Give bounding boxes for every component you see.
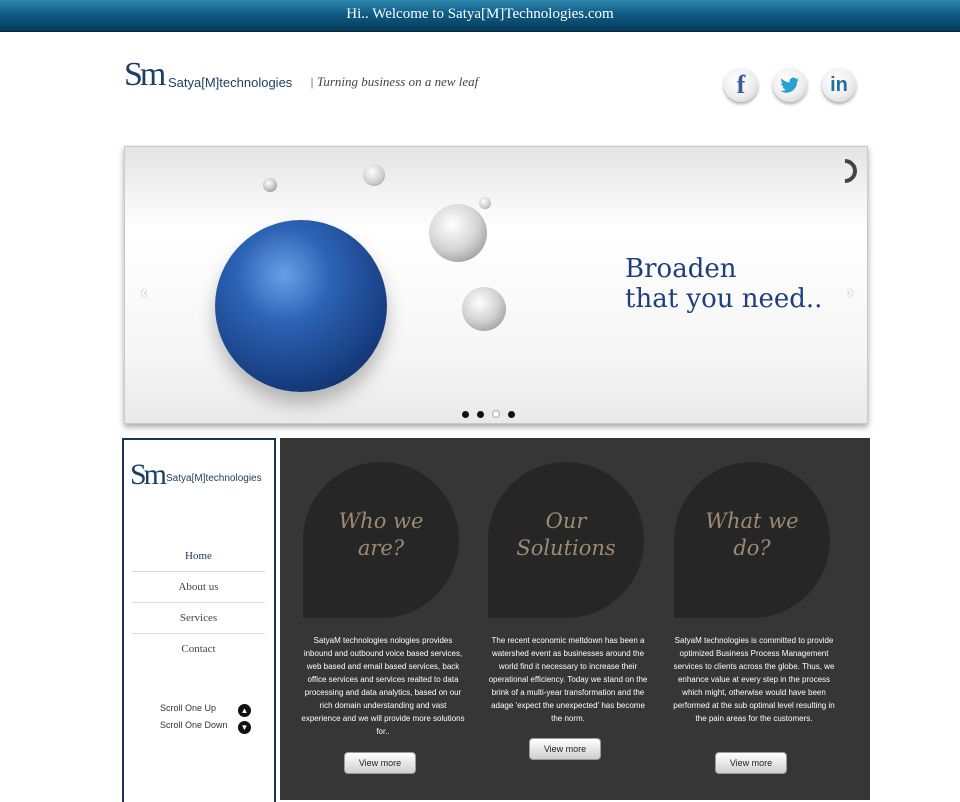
logo-mark: Sm — [124, 56, 166, 93]
features-panel: Who we are? SatyaM technologies nologies… — [280, 438, 870, 800]
nav-item-contact[interactable]: Contact — [132, 634, 265, 664]
slider-dot-1[interactable] — [462, 411, 469, 418]
slider-dot-2[interactable] — [477, 411, 484, 418]
site-logo[interactable]: Sm Satya[M]technologies — [124, 58, 294, 98]
scroll-down-control[interactable]: Scroll One Down ▼ — [160, 720, 251, 736]
feature-our-solutions: Our Solutions The recent economic meltdo… — [485, 462, 661, 792]
view-more-button[interactable]: View more — [715, 752, 787, 774]
silver-sphere — [429, 204, 487, 262]
feature-title: What we do? — [705, 509, 799, 560]
slide-headline: Broaden that you need.. — [625, 254, 823, 314]
linkedin-icon[interactable]: in — [822, 68, 856, 102]
nav-item-home[interactable]: Home — [132, 541, 265, 572]
scroll-down-label: Scroll One Down — [160, 720, 228, 730]
logo-mark: Sm — [130, 458, 167, 491]
small-sphere — [479, 197, 491, 209]
view-more-button[interactable]: View more — [344, 752, 416, 774]
twitter-icon[interactable] — [773, 68, 807, 102]
slider-pagination — [462, 405, 523, 418]
silver-sphere — [462, 287, 506, 331]
logo-text: Satya[M]technologies — [168, 75, 293, 90]
loading-spinner-icon — [828, 154, 862, 188]
small-sphere — [263, 178, 277, 192]
welcome-banner: Hi.. Welcome to Satya[M]Technologies.com — [0, 0, 960, 32]
logo-text: Satya[M]technologies — [166, 473, 262, 484]
slider-dot-4[interactable] — [508, 411, 515, 418]
scroll-up-label: Scroll One Up — [160, 703, 217, 713]
feature-description: The recent economic meltdown has been a … — [488, 636, 648, 723]
feature-title: Our Solutions — [516, 509, 616, 560]
nav-item-services[interactable]: Services — [132, 603, 265, 634]
sidebar: Sm Satya[M]technologies Home About us Se… — [122, 438, 276, 802]
slider-prev-arrow-icon[interactable]: ‹ — [141, 282, 147, 303]
slider-dot-3[interactable] — [492, 410, 500, 418]
view-more-button[interactable]: View more — [529, 738, 601, 760]
sidebar-nav: Home About us Services Contact — [132, 541, 265, 664]
arrow-down-icon[interactable]: ▼ — [238, 721, 251, 734]
feature-title: Who we are? — [338, 509, 424, 560]
tagline: | Turning business on a new leaf — [310, 74, 479, 89]
hero-slider[interactable]: Broaden that you need.. ‹ › — [124, 146, 868, 424]
feature-what-we-do: What we do? SatyaM technologies is commi… — [671, 462, 847, 792]
scroll-up-control[interactable]: Scroll One Up ▲ — [160, 703, 251, 719]
slider-next-arrow-icon[interactable]: › — [847, 282, 853, 303]
blue-sphere — [215, 220, 387, 392]
feature-description: SatyaM technologies nologies provides in… — [301, 636, 465, 736]
feature-who-we-are: Who we are? SatyaM technologies nologies… — [300, 462, 476, 792]
facebook-icon[interactable]: f — [724, 68, 758, 102]
small-sphere — [363, 164, 385, 186]
feature-description: SatyaM technologies is committed to prov… — [673, 636, 835, 723]
arrow-up-icon[interactable]: ▲ — [238, 704, 251, 717]
nav-item-about-us[interactable]: About us — [132, 572, 265, 603]
